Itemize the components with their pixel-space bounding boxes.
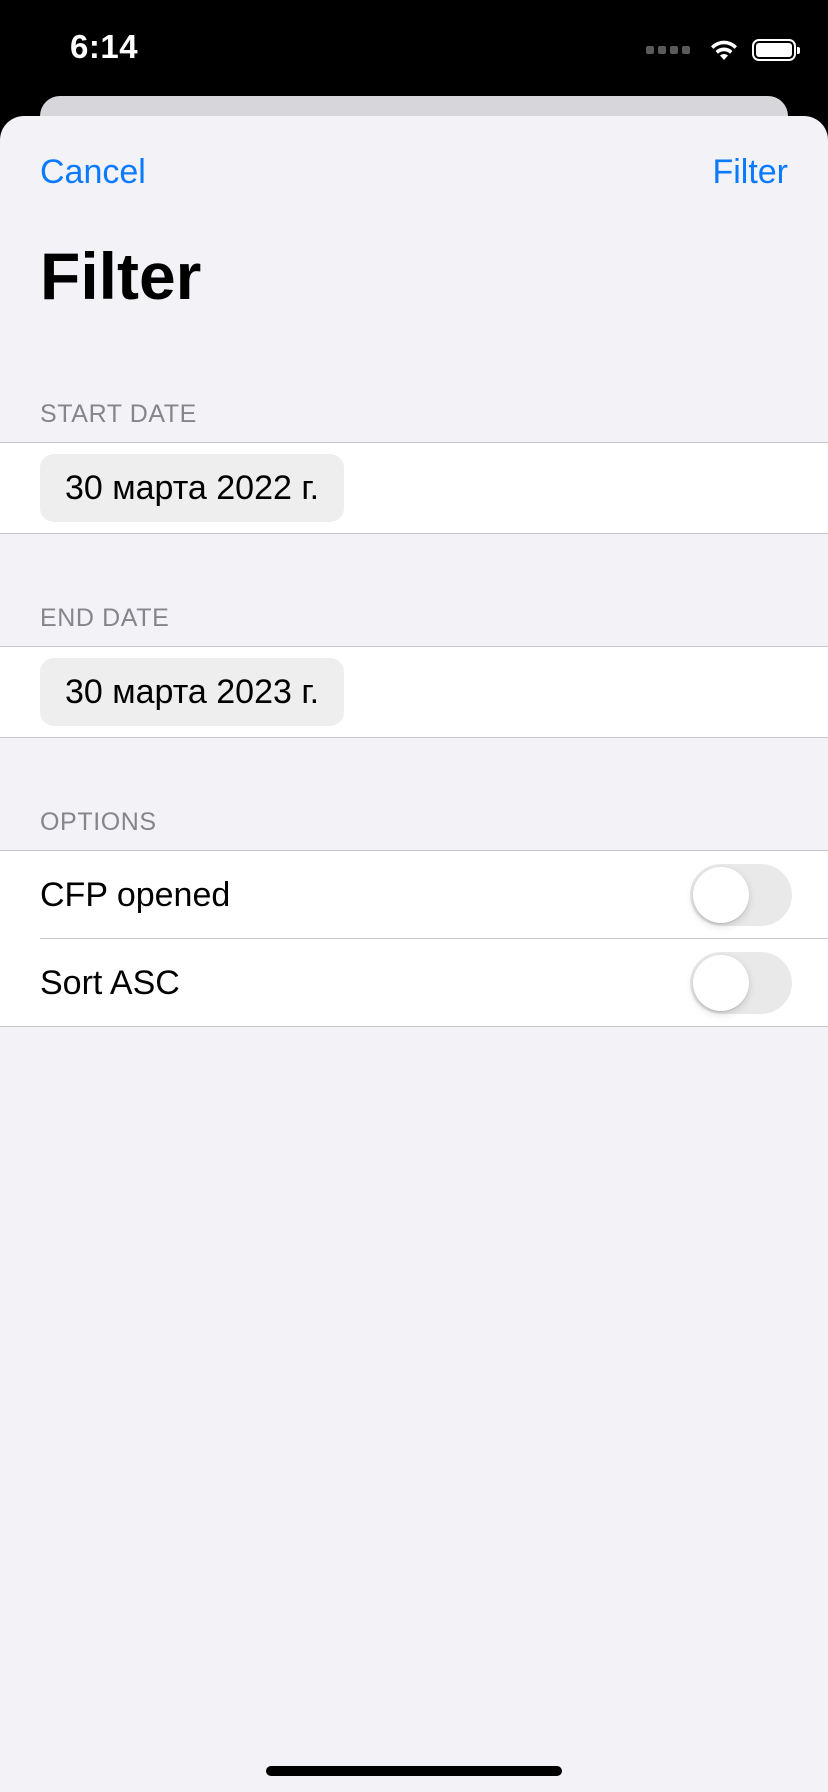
sort-asc-toggle[interactable] <box>690 952 792 1014</box>
cancel-button[interactable]: Cancel <box>40 152 146 192</box>
navigation-bar: Cancel Filter <box>0 116 828 226</box>
toggle-knob <box>693 955 749 1011</box>
option-label: Sort ASC <box>40 964 180 1002</box>
screen: 6:14 Cancel Filter Filter START DATE 30 … <box>0 0 828 1792</box>
cellular-signal-icon <box>646 46 690 54</box>
status-time: 6:14 <box>70 28 139 65</box>
option-label: CFP opened <box>40 876 231 914</box>
end-date-header: END DATE <box>40 604 170 632</box>
start-date-group: 30 марта 2022 г. <box>0 442 828 534</box>
start-date-header: START DATE <box>40 400 197 428</box>
status-indicators <box>646 36 800 64</box>
options-group: CFP opened Sort ASC <box>0 850 828 1027</box>
filter-sheet: Cancel Filter Filter START DATE 30 марта… <box>0 116 828 1792</box>
options-header: OPTIONS <box>40 808 157 836</box>
option-row-cfp-opened: CFP opened <box>0 851 828 939</box>
battery-icon <box>752 39 800 61</box>
page-title: Filter <box>40 239 202 313</box>
end-date-picker[interactable]: 30 марта 2023 г. <box>40 658 345 726</box>
cfp-opened-toggle[interactable] <box>690 864 792 926</box>
status-bar: 6:14 <box>0 0 828 100</box>
toggle-knob <box>693 867 749 923</box>
end-date-group: 30 марта 2023 г. <box>0 646 828 738</box>
filter-button[interactable]: Filter <box>712 152 788 192</box>
wifi-icon <box>711 40 737 60</box>
option-row-sort-asc: Sort ASC <box>0 939 828 1027</box>
home-indicator[interactable] <box>266 1766 562 1776</box>
start-date-picker[interactable]: 30 марта 2022 г. <box>40 454 345 522</box>
